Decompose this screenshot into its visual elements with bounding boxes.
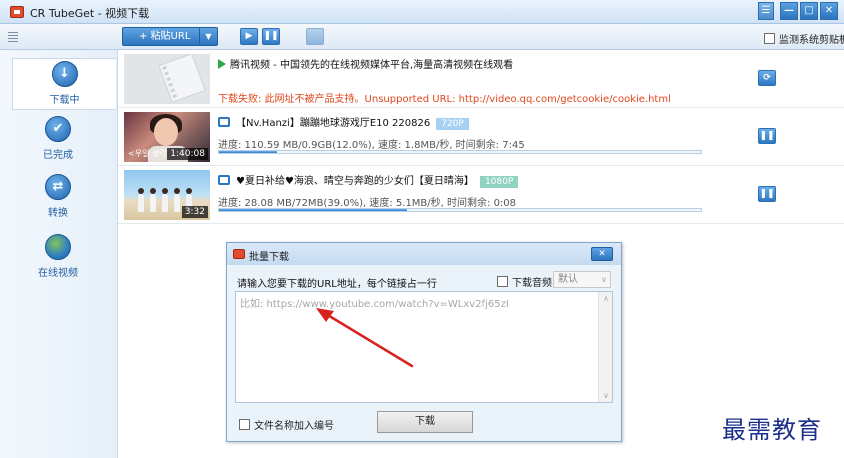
window-controls: ☰ — □ ✕: [758, 2, 838, 20]
start-all-icon[interactable]: ▶: [240, 28, 258, 45]
thumbnail-caption: <우일 생각: [128, 149, 167, 158]
scroll-down-icon[interactable]: ∨: [599, 391, 613, 400]
chevron-down-icon: ∨: [601, 275, 607, 284]
progress-fill: [219, 151, 277, 153]
download-title-text: ♥夏日补给♥海浪、晴空与奔跑的少女们【夏日晴海】: [236, 176, 474, 187]
thumbnail-figure: [138, 188, 144, 212]
globe-icon: [45, 234, 71, 260]
pause-button[interactable]: ❚❚: [758, 186, 776, 202]
progress-text: 进度: 28.08 MB/72MB(39.0%), 速度: 5.1MB/秒, 时…: [218, 198, 517, 209]
download-icon: ↓: [51, 61, 78, 87]
pause-all-icon[interactable]: ❚❚: [262, 28, 280, 45]
thumbnail-figure: [174, 188, 180, 212]
bilibili-tv-icon: [218, 117, 230, 127]
download-error: 下载失败: 此网址不被产品支持。Unsupported URL: http://…: [218, 94, 671, 105]
audio-format-value: 默认: [558, 274, 578, 285]
monitor-clipboard-label: 监测系统剪贴板: [779, 35, 844, 46]
sidebar-item-label: 在线视频: [38, 268, 78, 279]
url-input[interactable]: [235, 291, 613, 403]
sidebar-item-label: 下载中: [49, 95, 80, 106]
video-duration: 3:32: [181, 206, 208, 218]
sidebar-item-label: 转换: [48, 208, 68, 219]
close-button[interactable]: ✕: [820, 2, 838, 20]
download-row[interactable]: 腾讯视频 - 中国领先的在线视频媒体平台,海量高清视频在线观看 下载失败: 此网…: [118, 50, 844, 108]
quality-badge: 1080P: [479, 176, 519, 188]
sidebar-item-online-video[interactable]: 在线视频: [8, 234, 108, 279]
title-bar: CR TubeGet - 视频下载 ☰ — □ ✕: [0, 0, 844, 24]
download-title: 腾讯视频 - 中国领先的在线视频媒体平台,海量高清视频在线观看: [218, 56, 513, 71]
paste-url-label: + 粘贴URL: [139, 31, 191, 42]
app-logo-icon: [10, 6, 24, 18]
menu-icon[interactable]: ☰: [758, 2, 774, 20]
monitor-clipboard-box[interactable]: [764, 33, 775, 44]
quality-badge: 720P: [436, 118, 469, 130]
convert-icon: ⇄: [45, 174, 71, 200]
video-thumbnail: [124, 54, 210, 104]
video-duration: 1:40:08: [167, 148, 208, 160]
toolbar: + 粘贴URL ▼ ▶ ❚❚ 监测系统剪贴板: [0, 24, 844, 50]
toolbar-grip-icon: [8, 32, 18, 42]
batch-download-dialog: 批量下载 ✕ 请输入您要下载的URL地址，每个链接占一行 下载音频 默认 ∨ ∧…: [226, 242, 622, 442]
sidebar: ↓ 下载中 ✔ 已完成 ⇄ 转换 在线视频: [0, 50, 118, 458]
paste-url-button[interactable]: + 粘贴URL ▼: [122, 27, 218, 46]
dialog-close-button[interactable]: ✕: [591, 247, 613, 261]
minimize-button[interactable]: —: [780, 2, 798, 20]
progress-bar: [218, 150, 702, 154]
download-audio-label: 下载音频: [512, 278, 552, 289]
video-thumbnail: 3:32: [124, 170, 210, 220]
thumbnail-face: [154, 118, 178, 146]
sidebar-item-completed[interactable]: ✔ 已完成: [8, 116, 108, 161]
dialog-title-bar[interactable]: 批量下载 ✕: [227, 243, 621, 265]
download-audio-box[interactable]: [497, 276, 508, 287]
download-audio-checkbox[interactable]: 下载音频: [497, 274, 552, 289]
paste-url-dropdown[interactable]: ▼: [199, 28, 217, 45]
film-placeholder-icon: [158, 54, 206, 103]
monitor-clipboard-checkbox[interactable]: 监测系统剪贴板: [764, 31, 844, 46]
add-numbering-label: 文件名称加入编号: [254, 421, 334, 432]
sidebar-item-convert[interactable]: ⇄ 转换: [8, 174, 108, 219]
add-numbering-checkbox[interactable]: 文件名称加入编号: [239, 417, 334, 432]
progress-bar: [218, 208, 702, 212]
url-input-scrollbar[interactable]: ∧ ∨: [598, 292, 612, 402]
app-logo-icon: [233, 249, 245, 259]
scroll-up-icon[interactable]: ∧: [599, 294, 613, 303]
bilibili-tv-icon: [218, 175, 230, 185]
delete-icon[interactable]: [306, 28, 324, 45]
tencent-video-icon: [218, 59, 226, 69]
download-title: 【Nv.Hanzi】蹦蹦地球游戏厅E10 220826 720P: [218, 114, 469, 130]
pause-button[interactable]: ❚❚: [758, 128, 776, 144]
add-numbering-box[interactable]: [239, 419, 250, 430]
progress-text: 进度: 110.59 MB/0.9GB(12.0%), 速度: 1.8MB/秒,…: [218, 140, 525, 151]
thumbnail-figure: [150, 188, 156, 212]
check-icon: ✔: [45, 116, 71, 142]
download-title-text: 腾讯视频 - 中国领先的在线视频媒体平台,海量高清视频在线观看: [230, 60, 514, 71]
maximize-button[interactable]: □: [800, 2, 818, 20]
download-row[interactable]: <우일 생각 1:40:08 【Nv.Hanzi】蹦蹦地球游戏厅E10 2208…: [118, 108, 844, 166]
window-title: CR TubeGet - 视频下载: [30, 7, 150, 20]
url-instruction: 请输入您要下载的URL地址，每个链接占一行: [237, 279, 437, 290]
audio-format-select[interactable]: 默认 ∨: [553, 271, 611, 288]
retry-button[interactable]: ⟳: [758, 70, 776, 86]
sidebar-item-downloading[interactable]: ↓ 下载中: [12, 58, 116, 110]
video-thumbnail: <우일 생각 1:40:08: [124, 112, 210, 162]
watermark: 最需教育: [722, 416, 822, 444]
dialog-title: 批量下载: [249, 252, 289, 263]
progress-fill: [219, 209, 407, 211]
download-title: ♥夏日补给♥海浪、晴空与奔跑的少女们【夏日晴海】 1080P: [218, 172, 519, 188]
thumbnail-figure: [162, 188, 168, 212]
download-button[interactable]: 下载: [377, 411, 473, 433]
download-row[interactable]: 3:32 ♥夏日补给♥海浪、晴空与奔跑的少女们【夏日晴海】 1080P 进度: 2…: [118, 166, 844, 224]
download-title-text: 【Nv.Hanzi】蹦蹦地球游戏厅E10 220826: [236, 118, 431, 129]
sidebar-item-label: 已完成: [43, 150, 73, 161]
